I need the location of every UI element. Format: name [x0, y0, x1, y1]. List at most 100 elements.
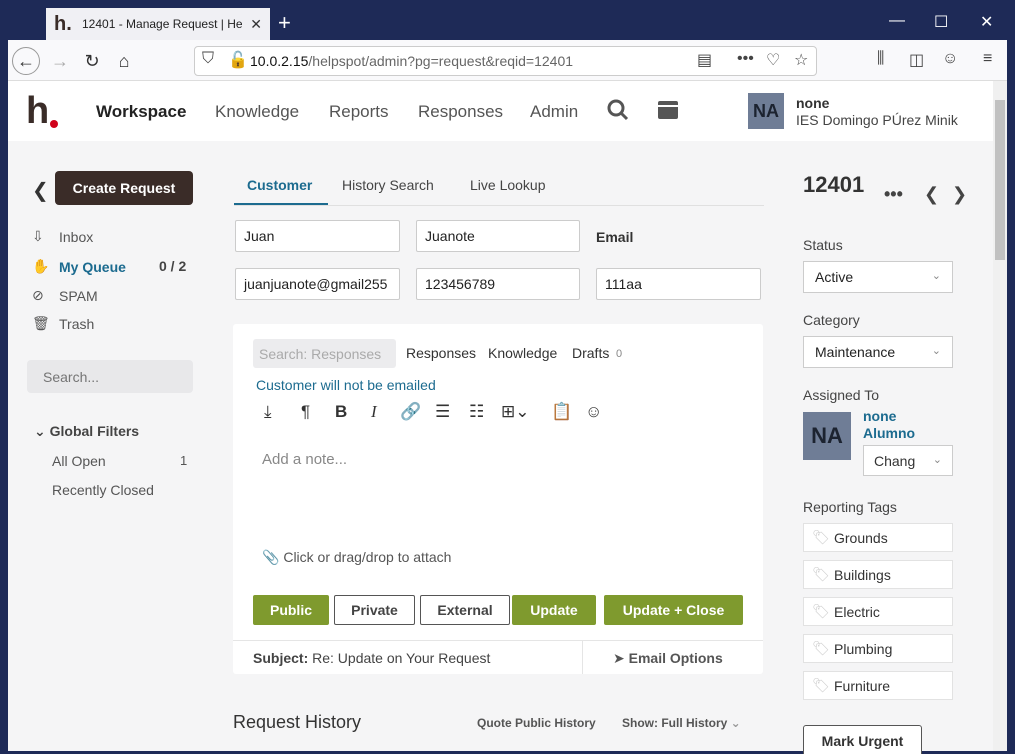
first-name-field[interactable]: Juan [235, 220, 400, 252]
collapse-sidebar-icon[interactable]: ❮ [32, 178, 49, 203]
email-options-button[interactable]: ➤ Email Options [613, 650, 723, 667]
nav-knowledge[interactable]: Knowledge [215, 102, 299, 122]
assignee-first-name[interactable]: none [863, 408, 896, 424]
pocket-icon[interactable]: ♡ [766, 50, 780, 70]
create-request-button[interactable]: Create Request [55, 171, 193, 205]
public-button[interactable]: Public [253, 595, 329, 625]
update-button[interactable]: Update [512, 595, 596, 625]
attach-dropzone[interactable]: 📎 Click or drag/drop to attach [262, 549, 451, 566]
home-icon[interactable]: ⌂ [110, 47, 138, 75]
assigned-label: Assigned To [803, 387, 880, 403]
tag-plumbing[interactable]: 🏷 Plumbing [803, 634, 953, 663]
tab-history-search[interactable]: History Search [342, 177, 434, 193]
download-icon[interactable]: ⤓ [264, 402, 272, 422]
bullet-list-icon[interactable]: ☰ [435, 402, 450, 422]
new-tab-button[interactable]: + [278, 10, 291, 36]
chevron-down-icon: ⌄ [931, 345, 941, 357]
nav-responses[interactable]: Responses [418, 102, 503, 122]
table-icon[interactable]: ⊞⌄ [501, 402, 530, 422]
knowledge-link[interactable]: Knowledge [488, 345, 557, 361]
phone-field[interactable]: 123456789 [416, 268, 580, 300]
subject-line[interactable]: Subject: Re: Update on Your Request [253, 650, 490, 666]
avatar[interactable]: NA [748, 93, 784, 129]
status-select[interactable]: Active ⌄ [803, 261, 953, 293]
user-name[interactable]: none [796, 95, 829, 111]
show-history-select[interactable]: Show: Full History ⌄ [622, 716, 741, 730]
sidebar-item-my-queue[interactable]: ✋ My Queue [32, 258, 126, 275]
app-logo[interactable]: h [26, 90, 49, 133]
nav-admin[interactable]: Admin [530, 102, 578, 122]
shield-icon[interactable]: ⛉ [202, 50, 214, 68]
reporting-tags-label: Reporting Tags [803, 499, 897, 515]
sidebar-search-input[interactable] [27, 360, 193, 393]
mark-urgent-button[interactable]: Mark Urgent [803, 725, 922, 754]
more-options-icon[interactable]: ••• [884, 184, 903, 205]
sidebar-item-spam[interactable]: ⊘ SPAM [32, 287, 98, 304]
responses-link[interactable]: Responses [406, 345, 476, 361]
menu-icon[interactable]: ≡ [983, 50, 992, 68]
library-icon[interactable]: ⫼ [877, 50, 884, 68]
drafts-link[interactable]: Drafts [572, 345, 609, 361]
forward-arrow-icon[interactable]: → [46, 47, 74, 75]
search-icon[interactable] [606, 98, 630, 127]
insecure-lock-icon[interactable]: 🔓 [228, 50, 248, 70]
tab-live-lookup[interactable]: Live Lookup [470, 177, 546, 193]
global-filters-toggle[interactable]: ⌄ Global Filters [34, 423, 139, 440]
italic-icon[interactable]: I [371, 402, 377, 422]
sidebar-toggle-icon[interactable]: ◫ [909, 50, 924, 70]
scrollbar-thumb[interactable] [995, 100, 1005, 260]
assignee-last-name[interactable]: Alumno [863, 425, 915, 441]
more-icon[interactable]: ••• [737, 50, 754, 68]
customer-id-field[interactable]: 111aa [596, 268, 761, 300]
tag-furniture[interactable]: 🏷 Furniture [803, 671, 953, 700]
maximize-icon[interactable]: ☐ [934, 12, 948, 32]
filter-all-open[interactable]: All Open [52, 453, 106, 469]
numbered-list-icon[interactable]: ☷ [469, 402, 484, 422]
emoji-icon[interactable]: ☺ [585, 402, 602, 422]
tag-electric[interactable]: 🏷 Electric [803, 597, 953, 626]
bold-icon[interactable]: B [335, 402, 347, 422]
paragraph-icon[interactable]: ¶ [301, 402, 310, 422]
back-arrow-icon[interactable]: ← [12, 47, 40, 75]
not-emailed-notice[interactable]: Customer will not be emailed [256, 377, 436, 393]
nav-workspace[interactable]: Workspace [96, 102, 186, 122]
quote-public-history-link[interactable]: Quote Public History [477, 716, 596, 730]
reader-view-icon[interactable]: ▤ [697, 50, 712, 70]
private-button[interactable]: Private [334, 595, 415, 625]
tag-grounds[interactable]: 🏷 Grounds [803, 523, 953, 552]
next-request-icon[interactable]: ❯ [952, 184, 967, 205]
email-field[interactable]: juanjuanote@gmail255 [235, 268, 400, 300]
tag-icon: 🏷 [812, 640, 830, 656]
reload-icon[interactable]: ↻ [78, 47, 106, 75]
category-select[interactable]: Maintenance ⌄ [803, 336, 953, 368]
external-button[interactable]: External [420, 595, 510, 625]
nav-reports[interactable]: Reports [329, 102, 389, 122]
tag-icon: 🏷 [812, 566, 830, 582]
tab-close-icon[interactable]: ✕ [250, 16, 262, 33]
tab-customer[interactable]: Customer [247, 177, 312, 193]
change-assignee-select[interactable]: Chang ⌄ [863, 445, 953, 476]
drafts-count: 0 [616, 348, 623, 360]
close-window-icon[interactable]: ✕ [980, 12, 993, 32]
tag-icon: 🏷 [812, 529, 830, 545]
filter-recently-closed[interactable]: Recently Closed [52, 482, 154, 498]
sidebar-item-inbox[interactable]: ⇩ Inbox [32, 228, 93, 245]
url-text[interactable]: 10.0.2.15/helpspot/admin?pg=request&reqi… [250, 53, 573, 69]
clipboard-icon[interactable]: 📋 [551, 402, 572, 422]
link-icon[interactable]: 🔗 [400, 402, 421, 422]
browser-tab[interactable]: h. 12401 - Manage Request | HelpSpot ✕ [46, 8, 270, 40]
bookmark-star-icon[interactable]: ☆ [794, 50, 808, 70]
account-icon[interactable]: ☺ [942, 50, 958, 68]
update-close-button[interactable]: Update + Close [604, 595, 743, 625]
hand-icon: ✋ [32, 258, 50, 274]
previous-request-icon[interactable]: ❮ [924, 184, 939, 205]
last-name-field[interactable]: Juanote [416, 220, 580, 252]
minimize-icon[interactable]: — [889, 12, 905, 30]
note-textarea[interactable]: Add a note... [262, 451, 347, 468]
sidebar-item-trash[interactable]: 🗑 Trash [32, 315, 94, 332]
tag-buildings[interactable]: 🏷 Buildings [803, 560, 953, 589]
calendar-icon[interactable] [657, 100, 679, 125]
responses-search-input[interactable]: Search: Responses [253, 339, 396, 368]
send-icon: ➤ [613, 650, 629, 666]
category-label: Category [803, 312, 860, 328]
